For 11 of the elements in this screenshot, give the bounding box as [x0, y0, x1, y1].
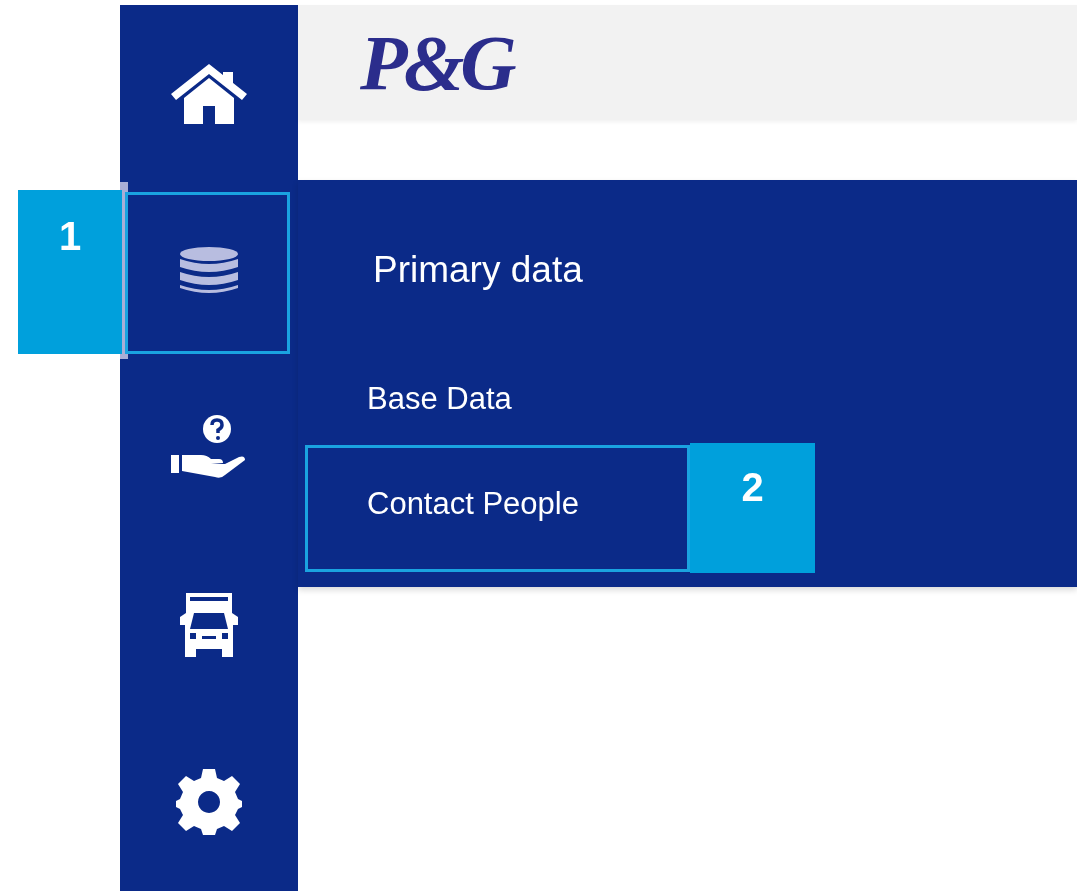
menu-title: Primary data — [372, 250, 584, 290]
logo[interactable]: P&G — [360, 23, 513, 102]
callout-number: 2 — [690, 443, 815, 573]
database-icon — [180, 246, 238, 295]
menu-item[interactable]: Base Data — [367, 380, 512, 417]
home-icon — [171, 63, 247, 124]
settings-icon — [176, 768, 242, 835]
truck-icon — [178, 592, 240, 657]
help-hand-icon — [171, 414, 247, 481]
callout-number: 1 — [18, 190, 122, 354]
menu-item[interactable]: Contact People — [367, 485, 579, 522]
